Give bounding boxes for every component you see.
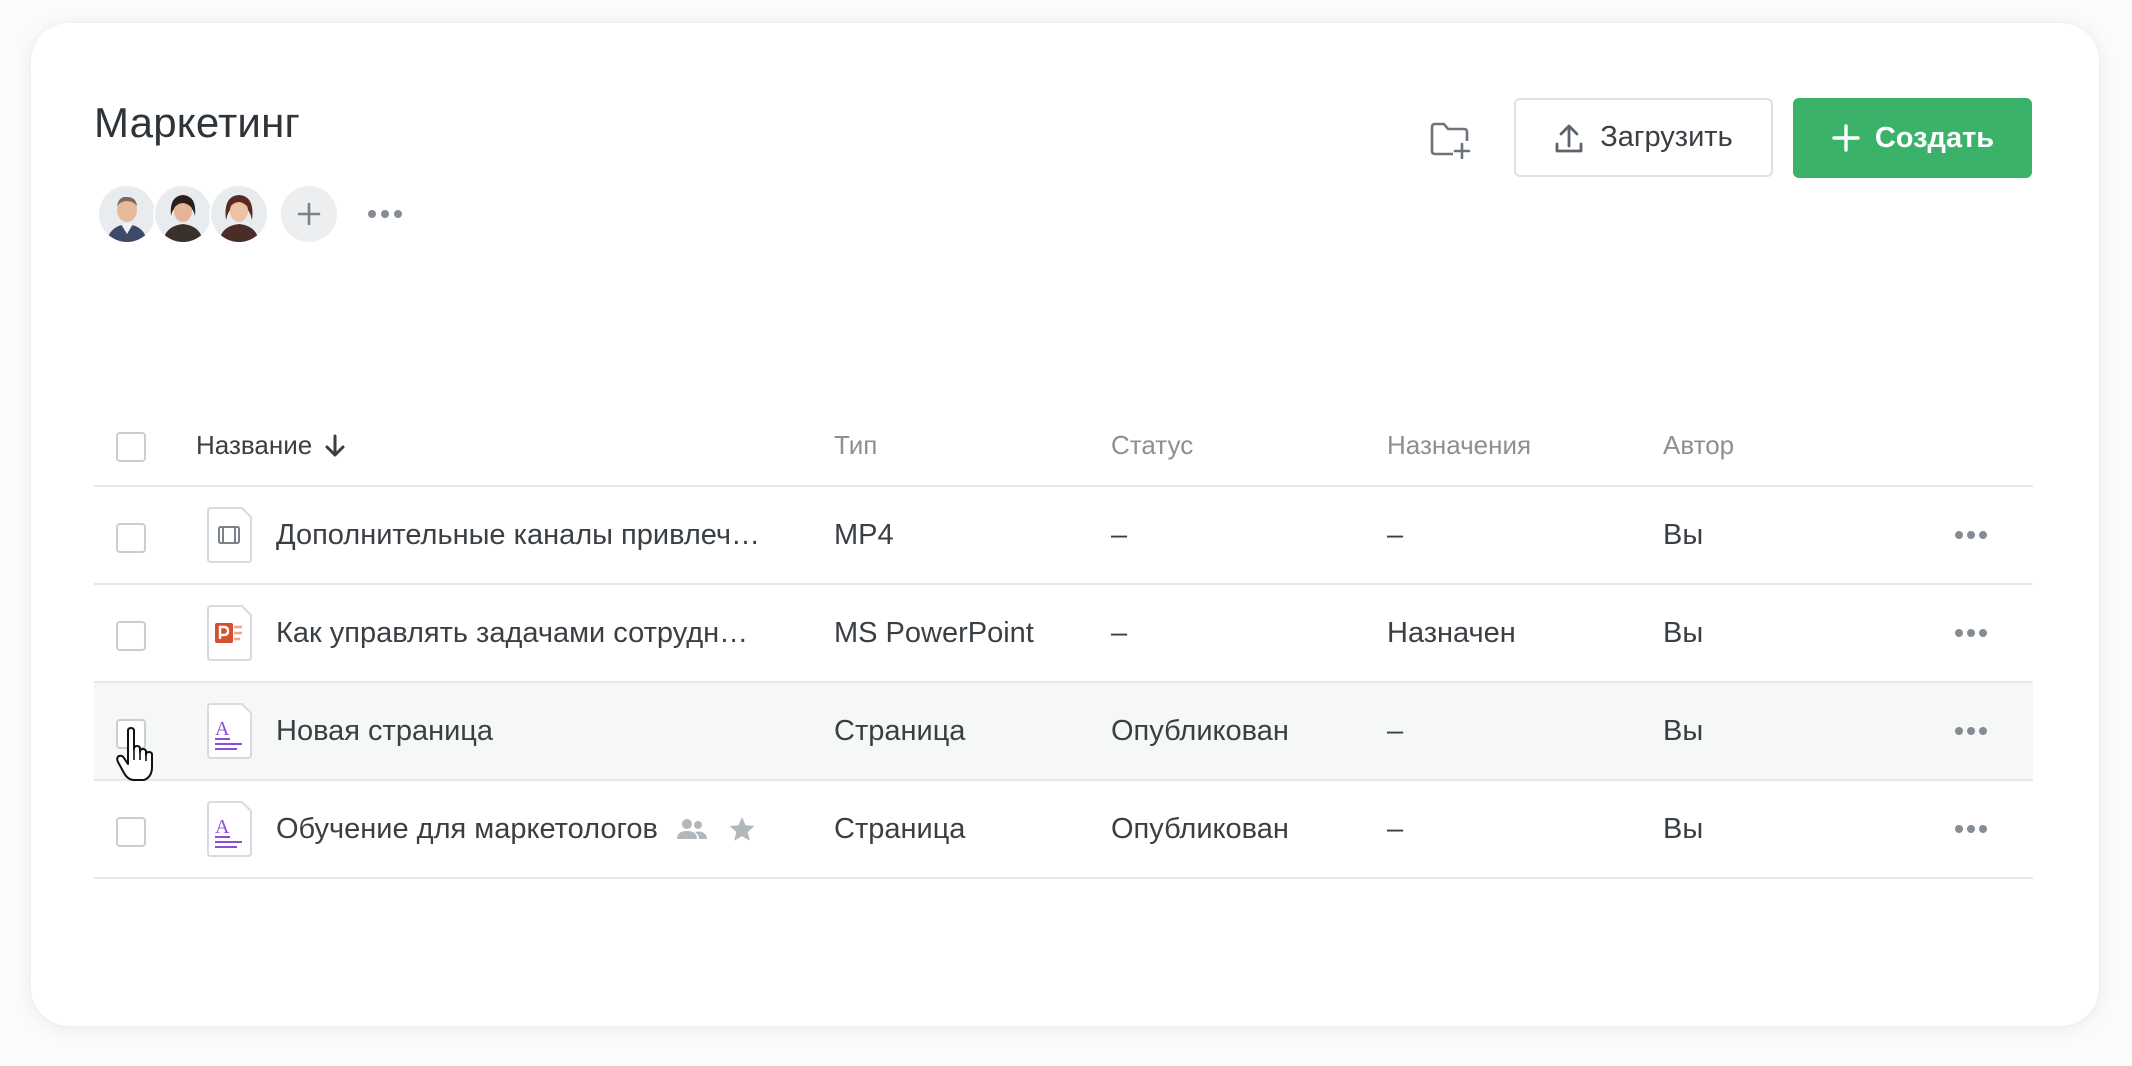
file-type: Страница: [834, 812, 966, 845]
row-checkbox[interactable]: [116, 523, 146, 553]
column-type-header[interactable]: Тип: [834, 430, 877, 461]
file-type: MP4: [834, 518, 894, 551]
page-title: Маркетинг: [94, 99, 300, 146]
select-all-checkbox[interactable]: [116, 432, 146, 462]
table-header: Название Тип Статус Назначения Автор: [94, 412, 2033, 487]
row-checkbox[interactable]: [116, 817, 146, 847]
new-folder-button[interactable]: [1425, 115, 1475, 165]
file-type: Страница: [834, 714, 966, 747]
file-assignment: –: [1387, 812, 1404, 845]
file-author: Вы: [1663, 812, 1704, 845]
file-type: MS PowerPoint: [834, 616, 1034, 649]
file-status: Опубликован: [1111, 714, 1289, 747]
file-name[interactable]: Новая страница: [276, 683, 493, 779]
file-assignment: –: [1387, 518, 1404, 551]
more-horizontal-icon: [1955, 727, 1987, 735]
folder-plus-icon: [1430, 122, 1471, 159]
create-button-label: Создать: [1874, 121, 1995, 154]
files-table: Название Тип Статус Назначения Автор Доп…: [94, 412, 2033, 879]
column-name-header[interactable]: Название: [196, 430, 346, 461]
avatar-man[interactable]: [97, 184, 157, 244]
plus-icon: [1832, 124, 1860, 152]
members-more-button[interactable]: [367, 209, 403, 219]
file-assignment: –: [1387, 714, 1404, 747]
upload-button[interactable]: Загрузить: [1514, 98, 1773, 177]
sort-arrow-down-icon: [325, 434, 345, 456]
more-horizontal-icon: [368, 210, 402, 218]
file-name[interactable]: Дополнительные каналы привлеч…: [276, 487, 760, 583]
table-row[interactable]: A Новая страница Страница Опубликован – …: [94, 683, 2033, 781]
file-name-cell: Обучение для маркетологов: [276, 781, 756, 877]
more-horizontal-icon: [1955, 531, 1987, 539]
add-member-button[interactable]: [281, 186, 337, 242]
more-horizontal-icon: [1955, 629, 1987, 637]
file-name[interactable]: Как управлять задачами сотрудн…: [276, 585, 748, 681]
row-more-button[interactable]: [1954, 683, 1988, 779]
hand-cursor-icon: [116, 727, 153, 781]
powerpoint-file-icon: [207, 605, 252, 661]
more-horizontal-icon: [1955, 825, 1987, 833]
svg-text:A: A: [215, 816, 230, 838]
upload-icon: [1555, 124, 1583, 152]
plus-icon: [297, 202, 321, 226]
members-row: [97, 184, 403, 244]
row-more-button[interactable]: [1954, 585, 1988, 681]
row-more-button[interactable]: [1954, 781, 1988, 877]
shared-users-icon: [676, 819, 707, 839]
file-status: –: [1111, 616, 1128, 649]
file-status: –: [1111, 518, 1128, 551]
page-file-icon: A: [207, 801, 252, 857]
create-button[interactable]: Создать: [1793, 98, 2032, 178]
column-assign-header[interactable]: Назначения: [1387, 430, 1531, 461]
table-row[interactable]: Как управлять задачами сотрудн… MS Power…: [94, 585, 2033, 683]
file-author: Вы: [1663, 518, 1704, 551]
table-row[interactable]: Дополнительные каналы привлеч… MP4 – – В…: [94, 487, 2033, 585]
file-assignment: Назначен: [1387, 616, 1516, 649]
file-status: Опубликован: [1111, 812, 1289, 845]
video-file-icon: [207, 507, 252, 563]
upload-button-label: Загрузить: [1600, 121, 1733, 153]
avatar-woman-2[interactable]: [209, 184, 269, 244]
row-more-button[interactable]: [1954, 487, 1988, 583]
avatar-woman-1[interactable]: [153, 184, 213, 244]
row-checkbox[interactable]: [116, 621, 146, 651]
column-status-header[interactable]: Статус: [1111, 430, 1193, 461]
file-author: Вы: [1663, 714, 1704, 747]
table-row[interactable]: A Обучение для маркетологов Страница Опу…: [94, 781, 2033, 879]
file-name[interactable]: Обучение для маркетологов: [276, 813, 658, 846]
file-author: Вы: [1663, 616, 1704, 649]
svg-text:A: A: [215, 718, 230, 740]
column-author-header[interactable]: Автор: [1663, 430, 1734, 461]
page-file-icon: A: [207, 703, 252, 759]
star-icon[interactable]: [728, 815, 756, 843]
